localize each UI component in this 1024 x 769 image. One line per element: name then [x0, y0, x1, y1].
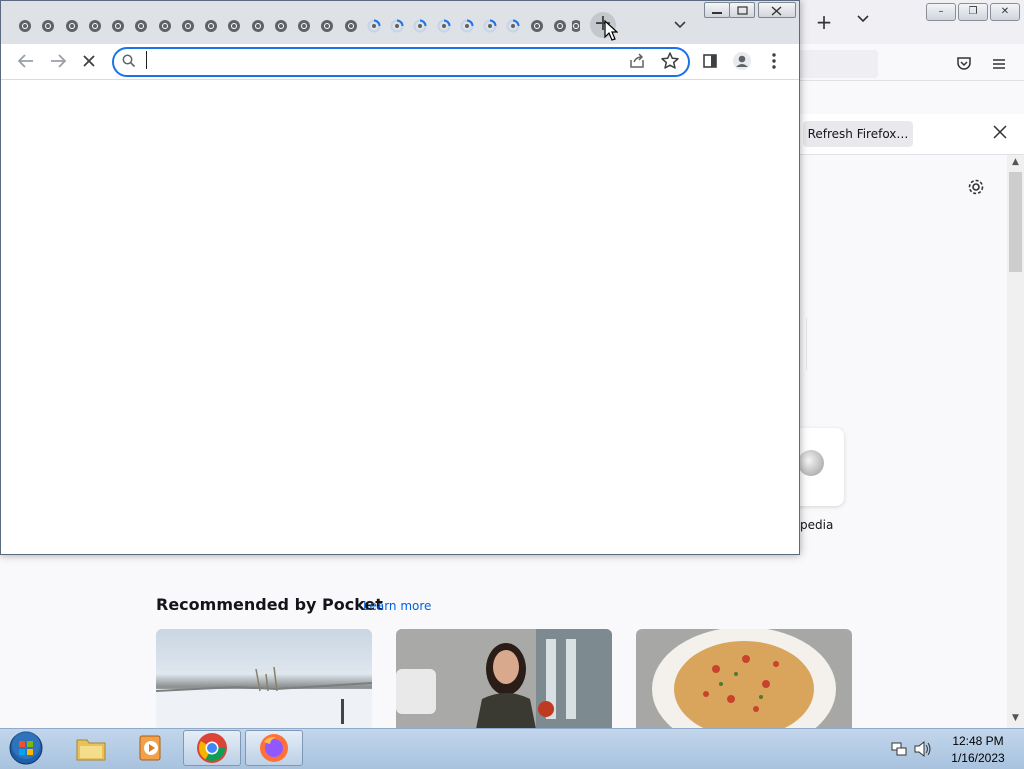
firefox-close-button[interactable]: ✕	[990, 3, 1020, 21]
chrome-minimize-button[interactable]	[704, 2, 730, 18]
learn-more-link[interactable]: Learn more	[363, 599, 431, 613]
forward-arrow-icon[interactable]	[48, 52, 68, 74]
share-icon[interactable]	[628, 52, 646, 74]
chrome-tab[interactable]	[84, 14, 106, 36]
loading-spinner-icon	[506, 18, 520, 33]
chrome-favicon-icon	[530, 18, 544, 32]
chrome-favicon-icon	[88, 18, 102, 32]
chrome-tab[interactable]	[200, 14, 222, 36]
side-panel-icon[interactable]	[701, 52, 719, 74]
chrome-favicon-icon	[204, 18, 218, 32]
pocket-heading: Recommended by Pocket	[156, 595, 383, 614]
omnibox-input[interactable]	[152, 50, 606, 72]
chrome-favicon-icon	[41, 18, 55, 32]
refresh-firefox-button[interactable]: Refresh Firefox…	[803, 121, 913, 147]
stop-loading-icon[interactable]	[80, 52, 98, 74]
chrome-tab[interactable]	[386, 14, 408, 36]
firefox-taskbar-button[interactable]	[245, 730, 303, 766]
gear-icon[interactable]	[966, 177, 986, 197]
chrome-tab[interactable]	[363, 14, 385, 36]
chrome-tab[interactable]	[502, 14, 524, 36]
firefox-icon	[260, 734, 288, 762]
chrome-favicon-icon	[344, 18, 358, 32]
chrome-favicon-icon	[553, 18, 567, 32]
chrome-tab[interactable]	[433, 14, 455, 36]
chrome-tab[interactable]	[572, 14, 580, 36]
chrome-tab[interactable]	[130, 14, 152, 36]
chrome-tab[interactable]	[61, 14, 83, 36]
chrome-tab[interactable]	[549, 14, 571, 36]
pocket-story-card[interactable]	[396, 629, 612, 729]
star-bookmark-icon[interactable]	[660, 51, 680, 75]
pocket-icon[interactable]	[955, 55, 973, 73]
chrome-tab[interactable]	[270, 14, 292, 36]
profile-avatar-icon[interactable]	[732, 51, 752, 75]
chrome-tab[interactable]	[247, 14, 269, 36]
firefox-tab-list-chevron-icon[interactable]	[856, 12, 872, 32]
kebab-menu-icon[interactable]	[766, 52, 782, 74]
mouse-cursor-icon	[604, 19, 619, 46]
text-caret	[146, 51, 147, 69]
chrome-window	[0, 0, 800, 555]
clock-date[interactable]: 1/16/2023	[938, 751, 1018, 765]
chrome-tab[interactable]	[316, 14, 338, 36]
chrome-taskbar-button[interactable]	[183, 730, 241, 766]
chrome-favicon-icon	[65, 18, 79, 32]
chrome-favicon-icon	[572, 18, 580, 32]
chrome-favicon-icon	[251, 18, 265, 32]
pocket-story-card[interactable]	[156, 629, 372, 729]
chrome-maximize-button[interactable]	[729, 2, 755, 18]
file-explorer-icon[interactable]	[62, 730, 120, 766]
volume-icon[interactable]	[913, 740, 933, 762]
chrome-favicon-icon	[158, 18, 172, 32]
chrome-favicon-icon	[111, 18, 125, 32]
hamburger-menu-icon[interactable]	[990, 55, 1008, 73]
loading-spinner-icon	[390, 18, 404, 33]
wikipedia-globe-icon	[798, 450, 824, 476]
media-player-icon[interactable]	[122, 730, 180, 766]
chrome-tab[interactable]	[479, 14, 501, 36]
scroll-down-arrow-icon[interactable]: ▼	[1009, 713, 1022, 725]
chrome-tab[interactable]	[526, 14, 548, 36]
loading-spinner-icon	[367, 18, 381, 33]
top-site-label: pedia	[800, 518, 834, 532]
network-icon[interactable]	[890, 740, 908, 762]
scroll-up-arrow-icon[interactable]: ▲	[1009, 157, 1022, 169]
chrome-favicon-icon	[18, 18, 32, 32]
close-icon[interactable]	[990, 122, 1010, 142]
firefox-restore-button[interactable]: ❐	[958, 3, 988, 21]
chrome-tab[interactable]	[14, 14, 36, 36]
scrollbar-thumb[interactable]	[1009, 172, 1022, 272]
chrome-tab[interactable]	[177, 14, 199, 36]
chrome-favicon-icon	[181, 18, 195, 32]
chrome-tab[interactable]	[293, 14, 315, 36]
chrome-tab[interactable]	[107, 14, 129, 36]
search-icon	[121, 53, 137, 73]
start-orb-icon[interactable]	[8, 731, 44, 769]
firefox-new-tab-icon[interactable]: +	[814, 12, 834, 32]
chrome-favicon-icon	[297, 18, 311, 32]
chrome-favicon-icon	[134, 18, 148, 32]
loading-spinner-icon	[437, 18, 451, 33]
card-edge	[800, 318, 807, 370]
clock-time[interactable]: 12:48 PM	[938, 734, 1018, 748]
back-arrow-icon[interactable]	[16, 52, 36, 74]
chrome-tab[interactable]	[154, 14, 176, 36]
firefox-minimize-button[interactable]: –	[926, 3, 956, 21]
loading-spinner-icon	[483, 18, 497, 33]
tab-search-chevron-icon[interactable]	[672, 16, 688, 32]
chrome-favicon-icon	[320, 18, 334, 32]
loading-spinner-icon	[460, 18, 474, 33]
chrome-favicon-icon	[274, 18, 288, 32]
chrome-tab[interactable]	[340, 14, 362, 36]
chrome-favicon-icon	[227, 18, 241, 32]
chrome-close-button[interactable]	[758, 2, 796, 18]
loading-spinner-icon	[413, 18, 427, 33]
chrome-tab[interactable]	[409, 14, 431, 36]
pocket-story-card[interactable]	[636, 629, 852, 729]
chrome-tab[interactable]	[223, 14, 245, 36]
chrome-tab[interactable]	[456, 14, 478, 36]
chrome-tab[interactable]	[37, 14, 59, 36]
chrome-icon	[197, 733, 227, 763]
